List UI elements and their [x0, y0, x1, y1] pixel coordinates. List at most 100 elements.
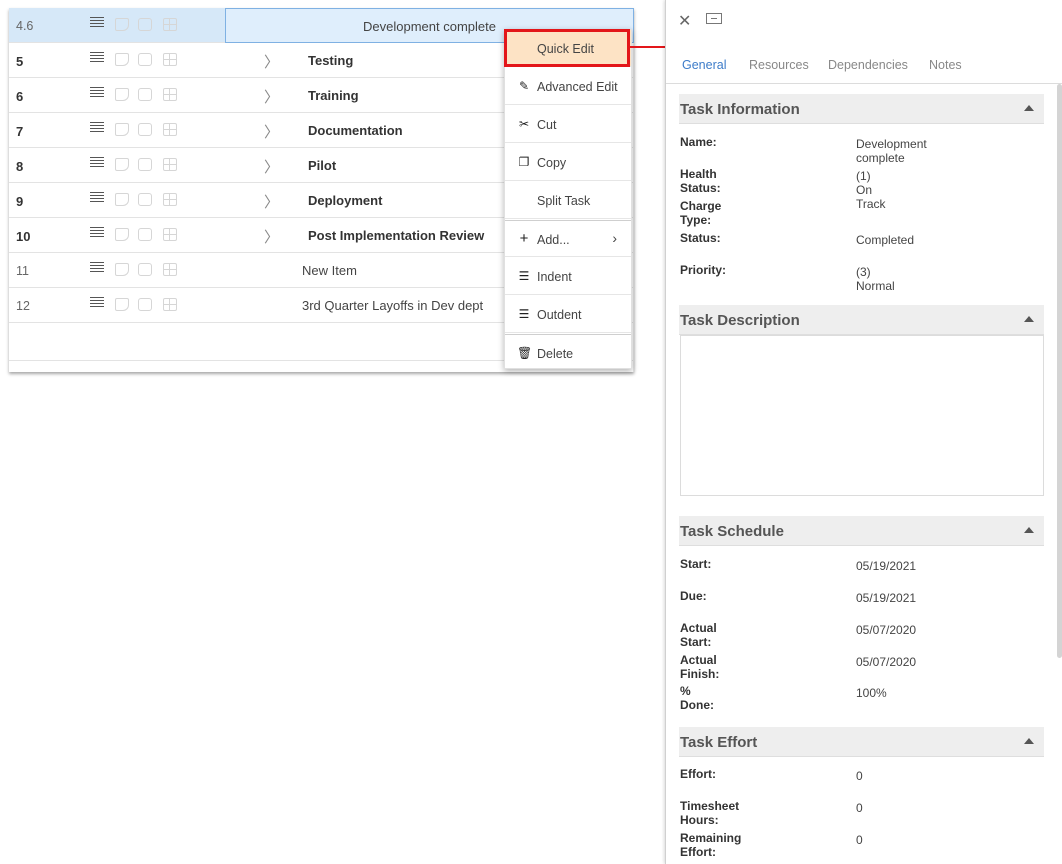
- field-value[interactable]: 05/07/2020: [856, 655, 916, 669]
- close-icon[interactable]: ✕: [678, 11, 691, 31]
- section-task-effort[interactable]: Task Effort: [679, 727, 1044, 757]
- grid-icon[interactable]: [163, 298, 177, 311]
- field-value[interactable]: 0: [856, 833, 863, 847]
- row-menu-icon[interactable]: [90, 122, 104, 134]
- note-icon[interactable]: [115, 158, 129, 171]
- collapse-caret-icon[interactable]: [1024, 527, 1034, 533]
- tab-general[interactable]: General: [682, 58, 726, 72]
- comment-icon[interactable]: [138, 298, 152, 311]
- section-task-information[interactable]: Task Information: [679, 94, 1044, 124]
- menu-item-label: Copy: [537, 156, 567, 170]
- note-icon[interactable]: [115, 263, 129, 276]
- context-menu: Quick Edit ✎ Advanced Edit ✂ Cut ❐ Copy …: [504, 29, 632, 369]
- grid-icon[interactable]: [163, 123, 177, 136]
- field-label: Start:: [680, 557, 712, 571]
- menu-item-split-task[interactable]: Split Task: [505, 182, 631, 219]
- field-value[interactable]: 05/19/2021: [856, 591, 916, 605]
- grid-icon[interactable]: [163, 263, 177, 276]
- chevron-right-icon[interactable]: 〉: [264, 51, 279, 72]
- row-menu-icon[interactable]: [90, 157, 104, 169]
- row-menu-icon[interactable]: [90, 87, 104, 99]
- row-menu-icon[interactable]: [90, 17, 104, 29]
- row-menu-icon[interactable]: [90, 262, 104, 274]
- menu-item-label: Advanced Edit: [537, 80, 618, 94]
- field-label: Priority:: [680, 263, 727, 277]
- row-menu-icon[interactable]: [90, 192, 104, 204]
- field-value[interactable]: (1) On Track: [856, 169, 886, 211]
- menu-item-indent[interactable]: ☰ Indent: [505, 258, 631, 295]
- chevron-right-icon[interactable]: 〉: [264, 156, 279, 177]
- menu-item-copy[interactable]: ❐ Copy: [505, 144, 631, 181]
- comment-icon[interactable]: [138, 53, 152, 66]
- row-number: 11: [16, 264, 29, 278]
- comment-icon[interactable]: [138, 88, 152, 101]
- task-name: Pilot: [308, 158, 337, 173]
- note-icon[interactable]: [115, 53, 129, 66]
- field-value[interactable]: 05/19/2021: [856, 559, 916, 573]
- field-value[interactable]: 0: [856, 769, 863, 783]
- chevron-right-icon[interactable]: 〉: [264, 86, 279, 107]
- section-task-schedule[interactable]: Task Schedule: [679, 516, 1044, 546]
- menu-item-label: Quick Edit: [537, 42, 594, 56]
- field-value[interactable]: (3) Normal: [856, 265, 895, 293]
- menu-item-cut[interactable]: ✂ Cut: [505, 106, 631, 143]
- comment-icon[interactable]: [138, 193, 152, 206]
- note-icon[interactable]: [115, 18, 129, 31]
- comment-icon[interactable]: [138, 158, 152, 171]
- tab-dependencies[interactable]: Dependencies: [828, 58, 908, 72]
- tab-resources[interactable]: Resources: [749, 58, 809, 72]
- menu-item-delete[interactable]: 🗑 Delete: [505, 334, 631, 371]
- note-icon[interactable]: [115, 298, 129, 311]
- note-icon[interactable]: [115, 228, 129, 241]
- chevron-right-icon[interactable]: 〉: [264, 226, 279, 247]
- field-label: Name:: [680, 135, 717, 149]
- field-label: Effort:: [680, 767, 716, 781]
- grid-icon[interactable]: [163, 18, 177, 31]
- grid-icon[interactable]: [163, 53, 177, 66]
- row-number: 12: [16, 299, 30, 313]
- field-label: Remaining Effort:: [680, 831, 742, 859]
- task-name: Testing: [308, 53, 354, 68]
- field-value[interactable]: 05/07/2020: [856, 623, 916, 637]
- comment-icon[interactable]: [138, 18, 152, 31]
- note-icon[interactable]: [115, 88, 129, 101]
- field-value[interactable]: 100%: [856, 686, 887, 700]
- task-name: Training: [308, 88, 359, 103]
- grid-icon[interactable]: [163, 228, 177, 241]
- field-value[interactable]: Completed: [856, 233, 914, 247]
- grid-icon[interactable]: [163, 158, 177, 171]
- collapse-caret-icon[interactable]: [1024, 738, 1034, 744]
- field-label: Timesheet Hours:: [680, 799, 740, 827]
- menu-item-label: Cut: [537, 118, 557, 132]
- row-menu-icon[interactable]: [90, 297, 104, 309]
- comment-icon[interactable]: [138, 263, 152, 276]
- task-name: Documentation: [308, 123, 403, 138]
- collapse-caret-icon[interactable]: [1024, 316, 1034, 322]
- indent-icon: ☰: [518, 269, 530, 283]
- description-textarea[interactable]: [680, 335, 1044, 496]
- row-number: 4.6: [16, 19, 34, 33]
- grid-icon[interactable]: [163, 88, 177, 101]
- section-task-description[interactable]: Task Description: [679, 305, 1044, 335]
- menu-item-quick-edit[interactable]: Quick Edit: [505, 30, 631, 67]
- note-icon[interactable]: [115, 123, 129, 136]
- comment-icon[interactable]: [138, 228, 152, 241]
- outdent-icon: ☰: [518, 307, 530, 321]
- tab-notes[interactable]: Notes: [929, 58, 962, 72]
- menu-item-advanced-edit[interactable]: ✎ Advanced Edit: [505, 68, 631, 105]
- scissors-icon: ✂: [518, 117, 530, 131]
- row-menu-icon[interactable]: [90, 227, 104, 239]
- menu-item-add[interactable]: + Add... ›: [505, 220, 631, 257]
- collapse-caret-icon[interactable]: [1024, 105, 1034, 111]
- popout-icon[interactable]: [706, 13, 722, 24]
- field-value[interactable]: 0: [856, 801, 863, 815]
- chevron-right-icon[interactable]: 〉: [264, 191, 279, 212]
- row-menu-icon[interactable]: [90, 52, 104, 64]
- grid-icon[interactable]: [163, 193, 177, 206]
- menu-item-outdent[interactable]: ☰ Outdent: [505, 296, 631, 333]
- chevron-right-icon[interactable]: 〉: [264, 121, 279, 142]
- field-value[interactable]: Development complete: [856, 137, 927, 165]
- comment-icon[interactable]: [138, 123, 152, 136]
- vertical-scrollbar[interactable]: [1057, 84, 1062, 658]
- note-icon[interactable]: [115, 193, 129, 206]
